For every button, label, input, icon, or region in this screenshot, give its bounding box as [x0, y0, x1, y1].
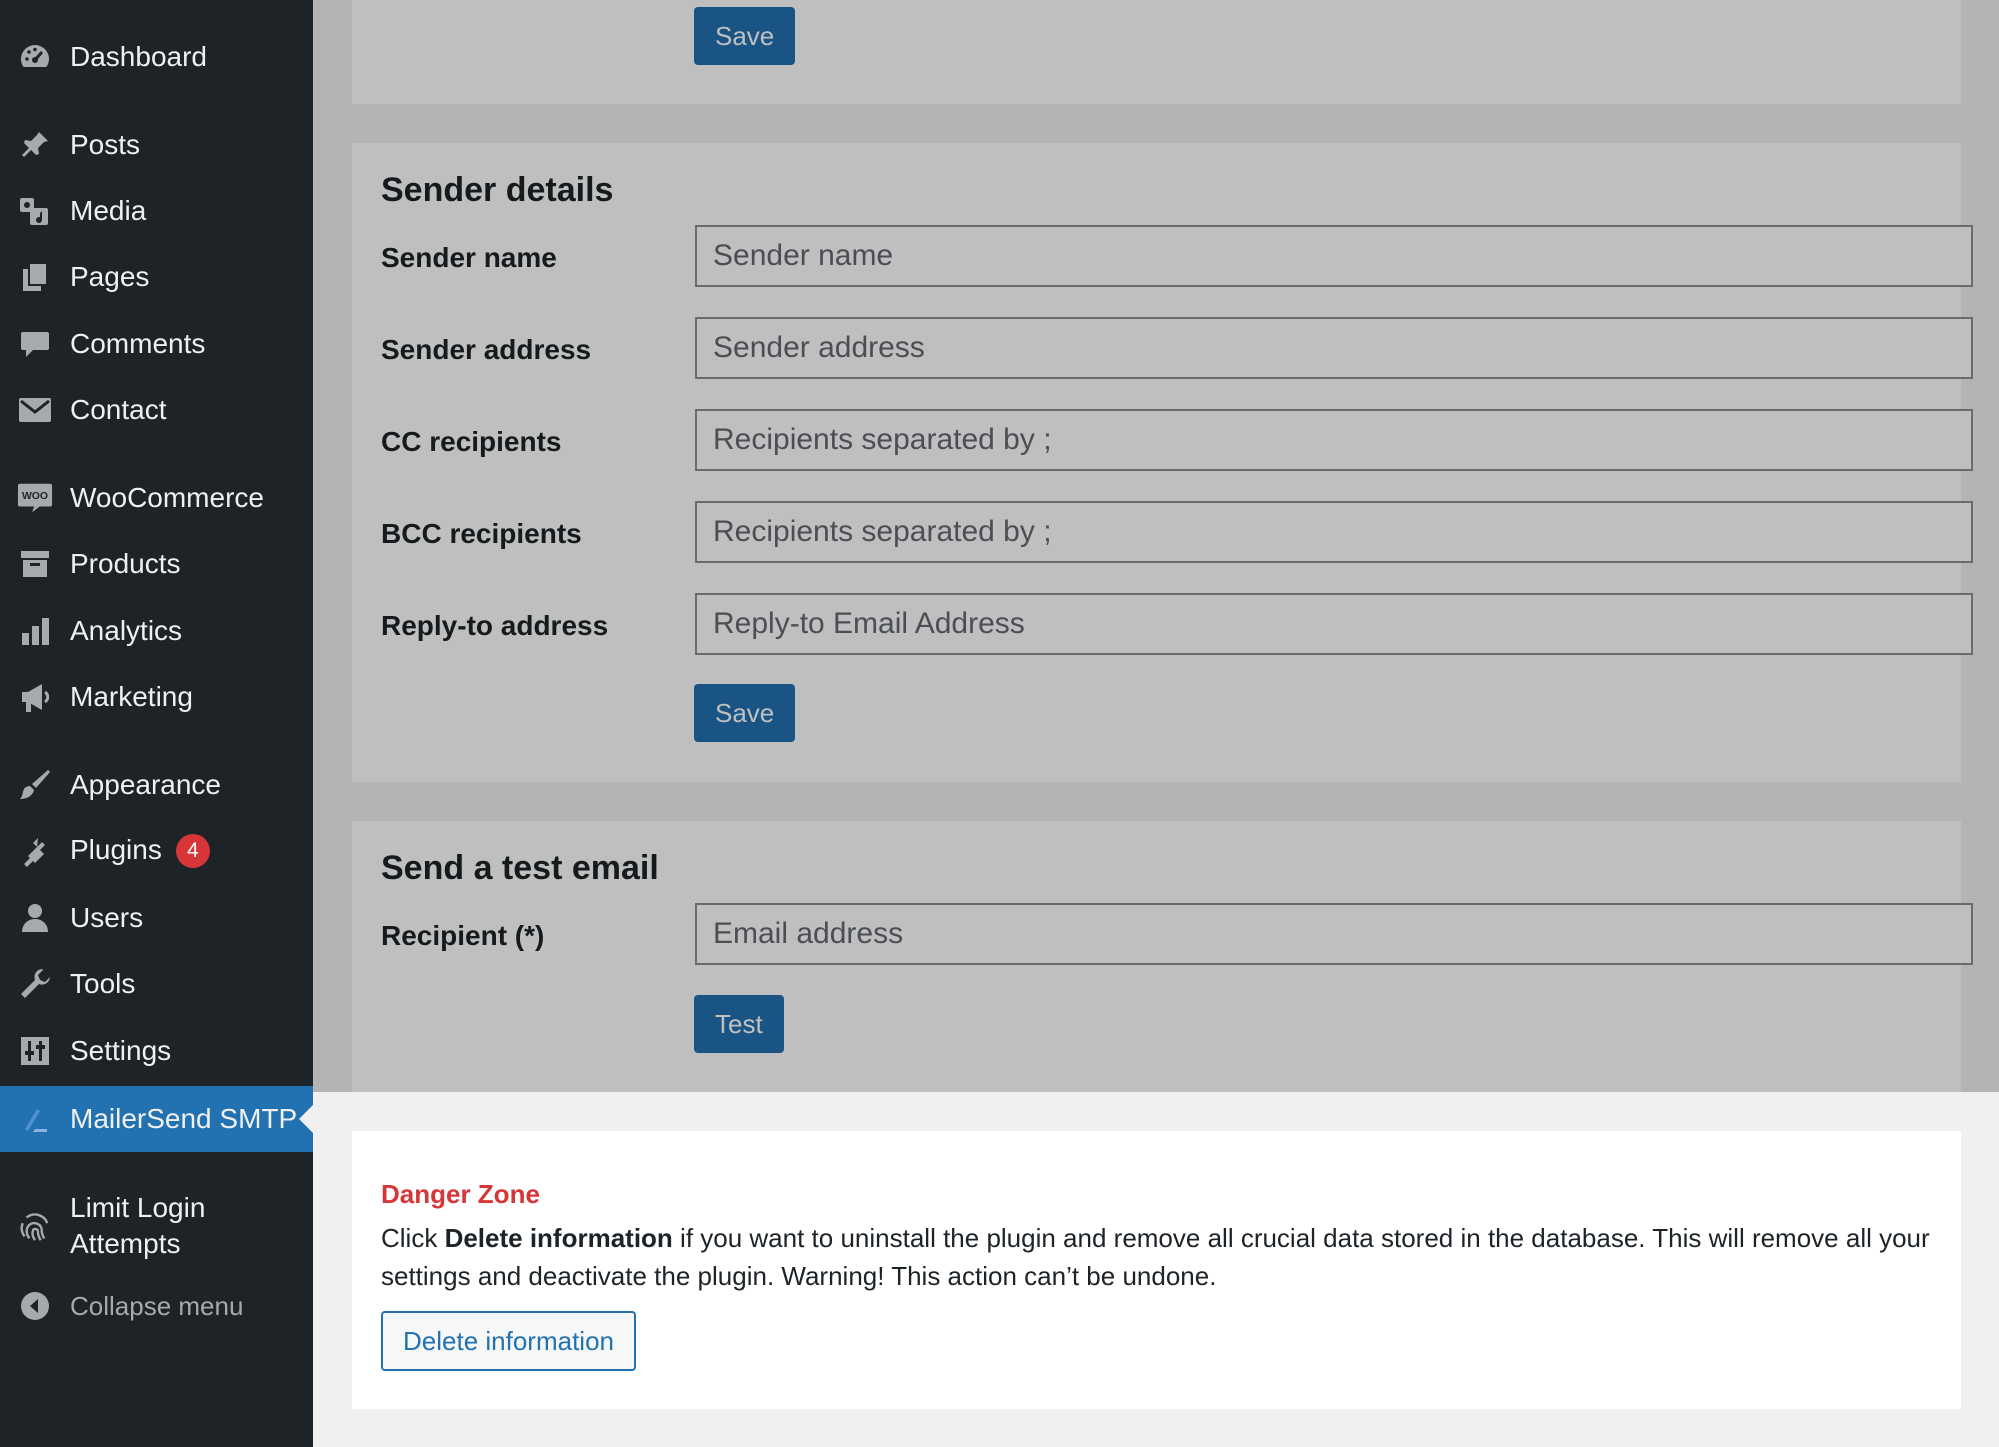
test-email-panel: Send a test email Recipient (*) Test: [352, 821, 1973, 1092]
collapse-menu-button[interactable]: Collapse menu: [0, 1275, 313, 1337]
sidebar-item-contact[interactable]: Contact: [0, 379, 313, 441]
sidebar-item-label: Tools: [70, 968, 136, 999]
brush-icon: [17, 767, 53, 803]
sidebar-item-label: Pages: [70, 261, 150, 292]
sidebar-item-appearance[interactable]: Appearance: [0, 754, 313, 816]
comment-icon: [17, 326, 53, 362]
pin-icon: [17, 127, 53, 163]
danger-zone-description: Click Delete information if you want to …: [381, 1223, 1930, 1291]
sidebar-item-products[interactable]: Products: [0, 533, 313, 595]
previous-settings-panel: Save: [352, 0, 1961, 104]
sidebar-item-label: Contact: [70, 394, 167, 425]
sidebar-item-dashboard[interactable]: Dashboard: [0, 26, 313, 88]
reply-to-input[interactable]: [695, 593, 1973, 655]
envelope-icon: [17, 392, 53, 428]
sidebar-item-label: Attempts: [70, 1228, 181, 1259]
delete-information-button[interactable]: Delete information: [381, 1311, 636, 1371]
sidebar-item-analytics[interactable]: Analytics: [0, 600, 313, 662]
test-button[interactable]: Test: [694, 995, 784, 1053]
sliders-icon: [17, 1033, 53, 1069]
plug-icon: [17, 833, 53, 869]
sidebar-item-label: Analytics: [70, 615, 183, 646]
section-title: Sender details: [381, 171, 614, 209]
save-sender-details-button[interactable]: Save: [694, 684, 796, 742]
sidebar-item-settings[interactable]: Settings: [0, 1020, 313, 1082]
archive-icon: [17, 546, 53, 582]
cc-recipients-input[interactable]: [695, 409, 1973, 471]
sender-name-input[interactable]: [695, 225, 1973, 287]
main-content: Save Sender details Sender name Sender a…: [313, 0, 1999, 1447]
sidebar-item-label: Media: [70, 195, 147, 226]
sidebar-item-label: Appearance: [70, 769, 222, 800]
update-count-badge: 4: [175, 834, 210, 869]
sidebar-item-label: Products: [70, 548, 181, 579]
sidebar-item-label: Comments: [70, 328, 206, 359]
sidebar-item-label: Limit Login: [70, 1192, 206, 1223]
woo-icon: WOO: [17, 480, 53, 516]
sidebar-item-mailersend-smtp[interactable]: MailerSend SMTP: [0, 1086, 313, 1152]
sender-address-label: Sender address: [381, 334, 592, 365]
sender-name-label: Sender name: [381, 242, 557, 273]
sidebar-item-media[interactable]: Media: [0, 180, 313, 242]
sidebar-item-comments[interactable]: Comments: [0, 313, 313, 375]
admin-sidebar: Dashboard Posts Media Pages Comments Con…: [0, 0, 313, 1447]
sidebar-item-label: Posts: [70, 129, 141, 160]
megaphone-icon: [17, 679, 53, 715]
sidebar-item-label: Dashboard: [70, 41, 207, 72]
svg-text:WOO: WOO: [22, 491, 48, 502]
sidebar-item-label: Settings: [70, 1035, 172, 1066]
sidebar-item-users[interactable]: Users: [0, 887, 313, 949]
sidebar-item-label: Collapse menu: [70, 1290, 244, 1321]
bcc-recipients-input[interactable]: [695, 501, 1973, 563]
bar-chart-icon: [17, 613, 53, 649]
media-icon: [17, 193, 53, 229]
sidebar-item-posts[interactable]: Posts: [0, 114, 313, 176]
sidebar-item-marketing[interactable]: Marketing: [0, 666, 313, 728]
recipient-email-input[interactable]: [695, 903, 1973, 965]
sidebar-item-label: WooCommerce: [70, 482, 264, 513]
sidebar-item-label: Plugins: [70, 833, 162, 865]
sidebar-item-woocommerce[interactable]: WOO WooCommerce: [0, 467, 313, 529]
mailersend-icon: [17, 1101, 53, 1137]
danger-zone-panel: Danger Zone Click Delete information if …: [352, 1131, 1961, 1409]
sidebar-item-limit-login-attempts[interactable]: Limit Login Attempts: [0, 1186, 313, 1266]
sender-details-panel: Sender details Sender name Sender addres…: [352, 143, 1973, 782]
section-title: Send a test email: [381, 849, 659, 887]
dashboard-icon: [17, 39, 53, 75]
sidebar-item-label: Users: [70, 902, 144, 933]
sidebar-item-label: MailerSend SMTP: [70, 1103, 298, 1134]
pages-icon: [17, 259, 53, 295]
fingerprint-icon: [17, 1208, 53, 1244]
reply-to-label: Reply-to address: [381, 610, 609, 641]
recipient-label: Recipient (*): [381, 920, 545, 951]
sender-address-input[interactable]: [695, 317, 1973, 379]
user-icon: [17, 900, 53, 936]
sidebar-item-plugins[interactable]: Plugins 4: [0, 820, 313, 882]
bcc-recipients-label: BCC recipients: [381, 518, 582, 549]
collapse-arrow-icon: [17, 1288, 53, 1324]
danger-zone-title: Danger Zone: [381, 1179, 540, 1209]
sidebar-item-tools[interactable]: Tools: [0, 953, 313, 1015]
cc-recipients-label: CC recipients: [381, 426, 562, 457]
wrench-icon: [17, 966, 53, 1002]
save-button[interactable]: Save: [694, 7, 796, 65]
sidebar-item-label: Marketing: [70, 681, 193, 712]
sidebar-item-pages[interactable]: Pages: [0, 246, 313, 308]
